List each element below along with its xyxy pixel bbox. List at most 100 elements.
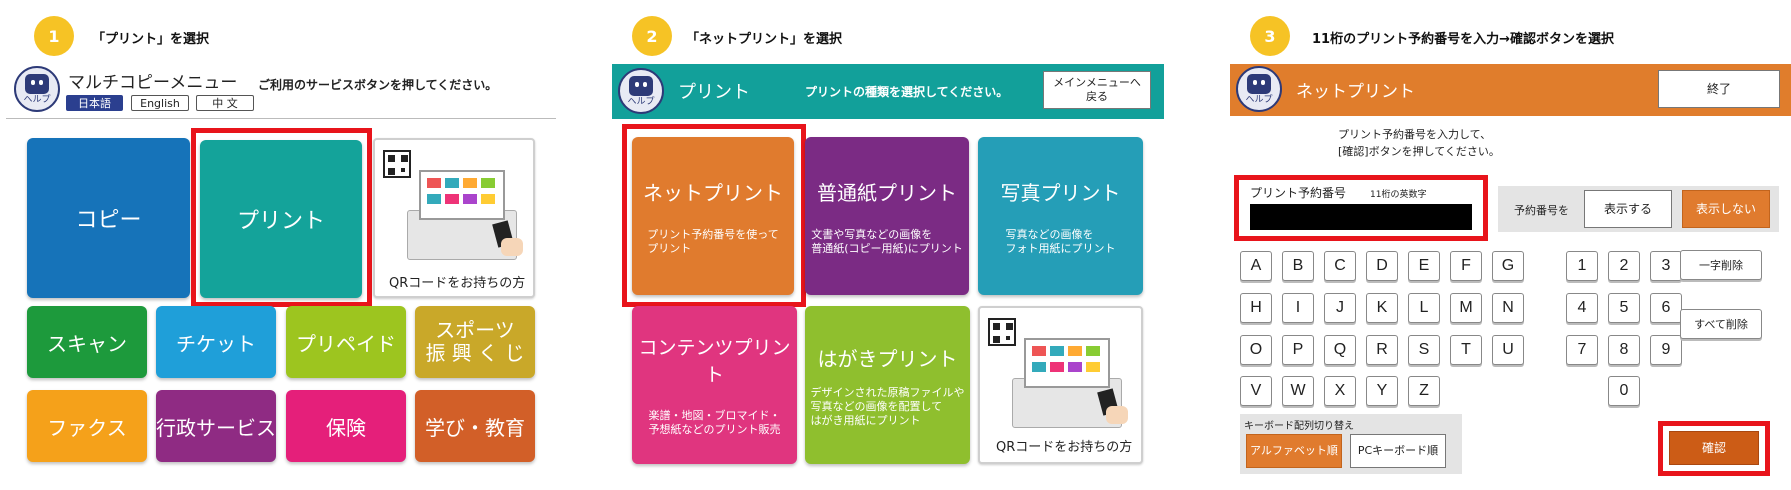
key-d[interactable]: D [1366,251,1398,281]
step-instruction: 「ネットプリント」を選択 [686,32,843,47]
sports-tile-line1: スポーツ [435,318,515,342]
scan-tile[interactable]: スキャン [27,306,147,378]
key-digit-0[interactable]: 0 [1608,376,1640,406]
copy-tile[interactable]: コピー [27,138,190,298]
key-digit-1[interactable]: 1 [1566,251,1598,281]
header-title: プリント [678,82,750,103]
key-z[interactable]: Z [1408,376,1440,406]
hide-number-button[interactable]: 表示しない [1682,190,1770,228]
step-instruction: 11桁のプリント予約番号を入力→確認ボタンを選択 [1312,32,1614,47]
key-m[interactable]: M [1450,293,1482,323]
step2-panel: 2 「ネットプリント」を選択 ヘルプ プリント プリントの種類を選択してください… [600,0,1180,490]
key-c[interactable]: C [1324,251,1356,281]
key-e[interactable]: E [1408,251,1440,281]
key-digit-3[interactable]: 3 [1650,251,1682,281]
photo-print-tile[interactable]: 写真プリント 写真などの画像を フォト用紙にプリント [978,137,1143,295]
step-number-badge: 1 [34,16,74,56]
header-prompt: プリントの種類を選択してください。 [805,85,1009,99]
keyboard-layout-switch: キーボード配列切り替え アルファベット順 PCキーボード順 [1240,414,1462,474]
key-k[interactable]: K [1366,293,1398,323]
key-u[interactable]: U [1492,335,1524,365]
kiosk-illustration [397,170,527,262]
step3-panel: 3 11桁のプリント予約番号を入力→確認ボタンを選択 ヘルプ ネットプリント 終… [1210,0,1791,490]
lang-english-button[interactable]: English [131,95,189,111]
ticket-tile[interactable]: チケット [156,306,276,378]
end-button[interactable]: 終了 [1658,70,1780,108]
qr-code-tile[interactable]: QRコードをお持ちの方 [978,306,1143,464]
key-o[interactable]: O [1240,335,1272,365]
plain-tile-title: 普通紙プリント [817,180,957,205]
sports-tile-line2: 振 興 く じ [425,341,525,365]
sports-lottery-tile[interactable]: スポーツ 振 興 く じ [415,306,535,378]
step1-panel: 1 「プリント」を選択 ヘルプ マルチコピーメニュー ご利用のサービスボタンを押… [0,0,590,490]
key-b[interactable]: B [1282,251,1314,281]
qr-code-label: QRコードをお持ちの方 [996,440,1133,455]
delete-one-char-button[interactable]: 一字削除 [1680,250,1762,280]
key-v[interactable]: V [1240,376,1272,406]
key-digit-6[interactable]: 6 [1650,293,1682,323]
back-to-main-menu-button[interactable]: メインメニューへ 戻る [1043,71,1151,109]
delete-all-button[interactable]: すべて削除 [1680,309,1762,339]
help-robot-icon [25,73,49,94]
key-y[interactable]: Y [1366,376,1398,406]
alphabet-order-button[interactable]: アルファベット順 [1246,434,1342,468]
layout-switch-label: キーボード配列切り替え [1244,421,1354,432]
display-toggle-group: 予約番号を 表示する 表示しない [1498,186,1779,232]
key-g[interactable]: G [1492,251,1524,281]
prepaid-tile[interactable]: プリペイド [286,306,406,378]
plain-tile-subtitle: 文書や写真などの画像を 普通紙(コピー用紙)にプリント [811,227,963,255]
key-digit-9[interactable]: 9 [1650,335,1682,365]
key-s[interactable]: S [1408,335,1440,365]
key-t[interactable]: T [1450,335,1482,365]
step-number-badge: 2 [632,16,672,56]
help-button[interactable]: ヘルプ [1236,66,1282,112]
display-label: 予約番号を [1514,204,1569,217]
pc-keyboard-order-button[interactable]: PCキーボード順 [1350,434,1446,468]
help-label: ヘルプ [627,96,655,107]
key-x[interactable]: X [1324,376,1356,406]
step-number-badge: 3 [1250,16,1290,56]
postcard-tile-title: はがきプリント [817,346,958,371]
key-digit-8[interactable]: 8 [1608,335,1640,365]
menu-prompt: ご利用のサービスボタンを押してください。 [258,78,498,92]
key-p[interactable]: P [1282,335,1314,365]
help-button[interactable]: ヘルプ [618,68,664,114]
help-button[interactable]: ヘルプ [14,66,60,112]
key-q[interactable]: Q [1324,335,1356,365]
fax-tile[interactable]: ファクス [27,390,147,462]
postcard-print-tile[interactable]: はがきプリント デザインされた原稿ファイルや 写真などの画像を配置して はがき用… [805,306,970,464]
show-number-button[interactable]: 表示する [1584,190,1672,228]
kiosk-illustration [1002,338,1132,430]
contents-tile-subtitle: 楽譜・地図・ブロマイド・ 予想紙などのプリント販売 [648,409,781,436]
key-digit-2[interactable]: 2 [1608,251,1640,281]
gov-services-tile[interactable]: 行政サービス [156,390,276,462]
key-h[interactable]: H [1240,293,1272,323]
header-title: ネットプリント [1296,82,1415,102]
plain-paper-print-tile[interactable]: 普通紙プリント 文書や写真などの画像を 普通紙(コピー用紙)にプリント [805,137,969,295]
education-tile[interactable]: 学び・教育 [415,390,535,462]
qr-code-tile[interactable]: QRコードをお持ちの方 [373,138,535,298]
divider [6,118,556,119]
key-w[interactable]: W [1282,376,1314,406]
menu-title: マルチコピーメニュー [68,73,238,93]
key-i[interactable]: I [1282,293,1314,323]
key-a[interactable]: A [1240,251,1272,281]
insurance-tile[interactable]: 保険 [286,390,406,462]
netprint-highlight-frame [622,124,806,307]
key-digit-7[interactable]: 7 [1566,335,1598,365]
key-f[interactable]: F [1450,251,1482,281]
step-instruction: 「プリント」を選択 [92,32,210,47]
help-robot-icon [1247,73,1271,94]
lang-chinese-button[interactable]: 中 文 [196,95,254,111]
key-r[interactable]: R [1366,335,1398,365]
lang-japanese-button[interactable]: 日本語 [66,95,123,111]
key-digit-5[interactable]: 5 [1608,293,1640,323]
key-l[interactable]: L [1408,293,1440,323]
key-j[interactable]: J [1324,293,1356,323]
key-digit-4[interactable]: 4 [1566,293,1598,323]
help-label: ヘルプ [23,94,51,105]
postcard-tile-subtitle: デザインされた原稿ファイルや 写真などの画像を配置して はがき用紙にプリント [810,385,965,427]
key-n[interactable]: N [1492,293,1524,323]
contents-print-tile[interactable]: コンテンツプリント 楽譜・地図・ブロマイド・ 予想紙などのプリント販売 [632,306,797,464]
confirm-highlight-frame [1658,421,1770,476]
